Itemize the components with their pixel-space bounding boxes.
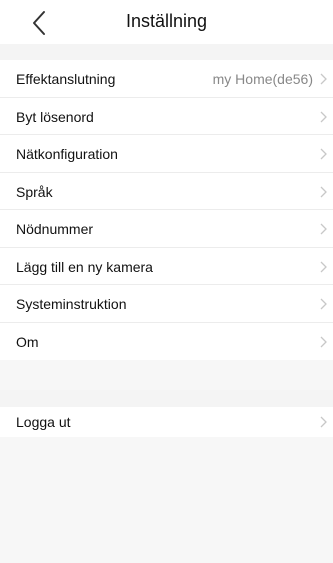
settings-item-change-password[interactable]: Byt lösenord xyxy=(0,98,333,135)
chevron-right-icon xyxy=(320,298,327,310)
connected-device-value: my Home(de56) xyxy=(212,71,313,87)
settings-item-label: Byt lösenord xyxy=(16,108,94,125)
chevron-right-icon xyxy=(320,73,327,85)
settings-item-language[interactable]: Språk xyxy=(0,173,333,210)
settings-item-label: Lägg till en ny kamera xyxy=(16,258,153,275)
chevron-right-icon xyxy=(320,261,327,272)
logout-label: Logga ut xyxy=(16,414,71,430)
chevron-right-icon xyxy=(320,223,327,235)
page-title: Inställning xyxy=(125,11,208,31)
settings-item-label: Systeminstruktion xyxy=(16,296,127,312)
chevron-right-icon xyxy=(320,336,327,347)
settings-item-effektanslutning[interactable]: Effektanslutning my Home(de56) xyxy=(0,60,333,98)
settings-item-label: Effektanslutning xyxy=(16,71,116,87)
settings-item-emergency-number[interactable]: Nödnummer xyxy=(0,210,333,248)
settings-item-label: Nödnummer xyxy=(16,221,94,237)
chevron-right-icon xyxy=(320,416,327,428)
settings-list: Effektanslutning my Home(de56) Byt lösen… xyxy=(0,60,333,360)
section-spacer xyxy=(0,44,333,60)
settings-item-about[interactable]: Om xyxy=(0,323,333,361)
logout-button[interactable]: Logga ut xyxy=(0,407,333,437)
settings-item-label: Om xyxy=(16,333,39,350)
settings-item-label: Nätkonfiguration xyxy=(16,146,118,162)
settings-item-label: Språk xyxy=(16,183,53,200)
settings-item-add-camera[interactable]: Lägg till en ny kamera xyxy=(0,248,333,285)
chevron-right-icon xyxy=(320,148,327,160)
top-bar: Inställning xyxy=(0,0,333,44)
settings-item-system-instructions[interactable]: Systeminstruktion xyxy=(0,285,333,323)
empty-area xyxy=(0,437,333,563)
chevron-right-icon xyxy=(320,186,327,197)
settings-item-network-config[interactable]: Nätkonfiguration xyxy=(0,135,333,173)
section-spacer xyxy=(0,390,333,407)
chevron-right-icon xyxy=(320,111,327,122)
